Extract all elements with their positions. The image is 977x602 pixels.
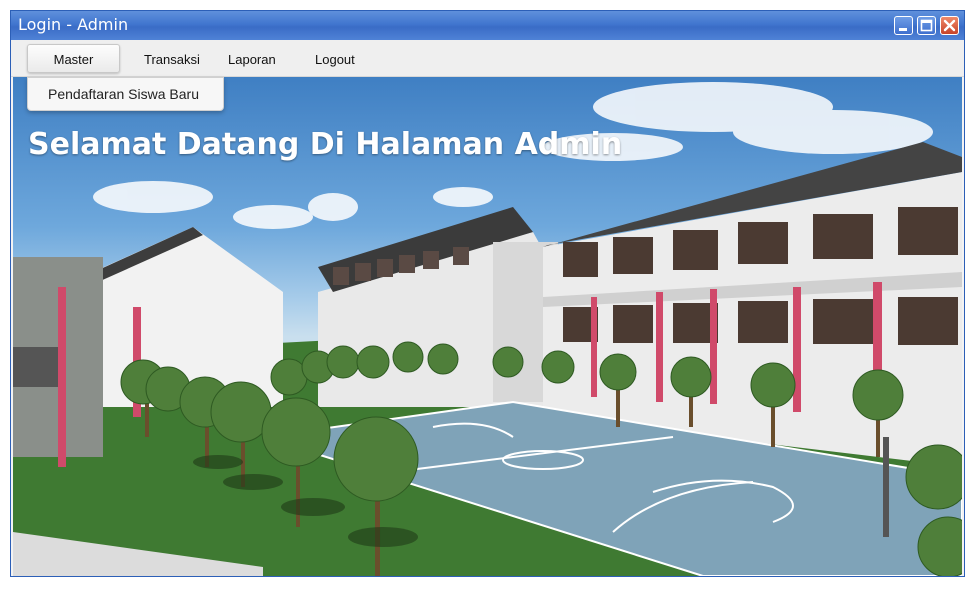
menu-master[interactable]: Master bbox=[27, 44, 120, 73]
middle-building bbox=[318, 207, 558, 407]
menu-transaksi[interactable]: Transaksi bbox=[144, 52, 200, 67]
close-button[interactable] bbox=[940, 16, 959, 35]
main-content: Selamat Datang Di Halaman Admin bbox=[13, 77, 962, 576]
window-title: Login - Admin bbox=[18, 15, 129, 34]
menu-item-pendaftaran-siswa-baru[interactable]: Pendaftaran Siswa Baru bbox=[48, 86, 199, 102]
menu-bar: Master Transaksi Laporan Logout bbox=[11, 40, 964, 77]
minimize-button[interactable] bbox=[894, 16, 913, 35]
title-bar[interactable]: Login - Admin bbox=[11, 11, 964, 41]
close-icon bbox=[943, 19, 956, 32]
menu-master-label: Master bbox=[53, 52, 94, 67]
app-window: Login - Admin Master Transaksi Laporan L… bbox=[10, 10, 965, 577]
maximize-icon bbox=[920, 19, 933, 32]
menu-logout[interactable]: Logout bbox=[315, 52, 355, 67]
minimize-icon bbox=[899, 28, 907, 31]
master-dropdown: Pendaftaran Siswa Baru bbox=[27, 77, 224, 111]
maximize-button[interactable] bbox=[917, 16, 936, 35]
welcome-heading: Selamat Datang Di Halaman Admin bbox=[28, 127, 623, 162]
menu-laporan[interactable]: Laporan bbox=[228, 52, 276, 67]
